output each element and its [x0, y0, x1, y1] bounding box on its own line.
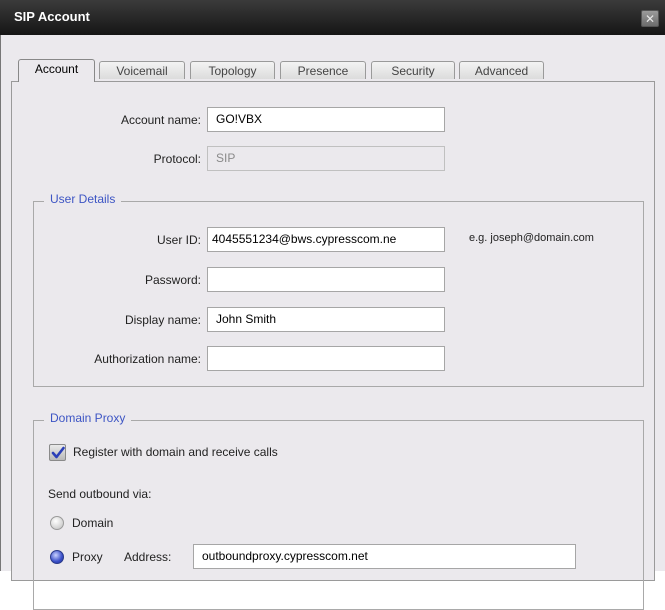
- title-bar: SIP Account ✕: [0, 0, 665, 35]
- account-name-label: Account name:: [120, 113, 201, 127]
- tab-voicemail[interactable]: Voicemail: [99, 61, 185, 79]
- domain-radio-label: Domain: [72, 516, 114, 530]
- address-label: Address:: [124, 550, 172, 564]
- user-id-field[interactable]: 4045551234@bws.cypresscom.ne: [207, 227, 445, 252]
- send-outbound-label: Send outbound via:: [48, 487, 152, 501]
- tab-account[interactable]: Account: [18, 59, 95, 82]
- register-checkbox[interactable]: [49, 444, 66, 461]
- display-name-label: Display name:: [124, 313, 201, 327]
- authorization-name-label: Authorization name:: [94, 352, 201, 366]
- account-tab-panel: Account name: GO!VBX Protocol: SIP User …: [11, 81, 655, 610]
- authorization-name-field[interactable]: [207, 346, 445, 371]
- proxy-radio[interactable]: [50, 550, 64, 564]
- window-title: SIP Account: [14, 9, 90, 24]
- display-name-field[interactable]: John Smith: [207, 307, 445, 332]
- user-id-label: User ID:: [156, 233, 201, 247]
- account-name-field[interactable]: GO!VBX: [207, 107, 445, 132]
- protocol-label: Protocol:: [153, 152, 201, 166]
- register-label: Register with domain and receive calls: [73, 445, 278, 459]
- dialog-body: Account Voicemail Topology Presence Secu…: [0, 35, 665, 610]
- tab-presence[interactable]: Presence: [280, 61, 366, 79]
- checkmark-icon: [51, 446, 65, 459]
- proxy-radio-label: Proxy: [72, 550, 103, 564]
- tab-topology[interactable]: Topology: [190, 61, 275, 79]
- tab-security[interactable]: Security: [371, 61, 455, 79]
- protocol-field: SIP: [207, 146, 445, 171]
- tab-advanced[interactable]: Advanced: [459, 61, 544, 79]
- domain-proxy-legend: Domain Proxy: [44, 411, 132, 425]
- user-details-legend: User Details: [44, 192, 122, 206]
- close-icon[interactable]: ✕: [641, 10, 659, 27]
- domain-radio[interactable]: [50, 516, 64, 530]
- password-field[interactable]: [207, 267, 445, 292]
- proxy-address-field[interactable]: outboundproxy.cypresscom.net: [193, 544, 576, 569]
- password-label: Password:: [144, 273, 201, 287]
- user-id-hint: e.g. joseph@domain.com: [469, 232, 594, 244]
